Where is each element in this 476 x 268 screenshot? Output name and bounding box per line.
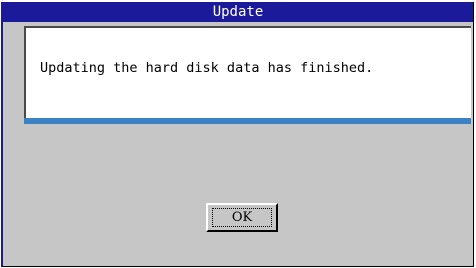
message-text: Updating the hard disk data has finished…	[40, 60, 374, 76]
panel-accent-bar	[24, 118, 471, 124]
update-dialog: Update Updating the hard disk data has f…	[1, 2, 474, 267]
ok-button[interactable]: OK	[206, 203, 278, 232]
dialog-title: Update	[3, 2, 473, 22]
ok-button-label: OK	[212, 208, 272, 227]
message-panel: Updating the hard disk data has finished…	[24, 26, 471, 118]
